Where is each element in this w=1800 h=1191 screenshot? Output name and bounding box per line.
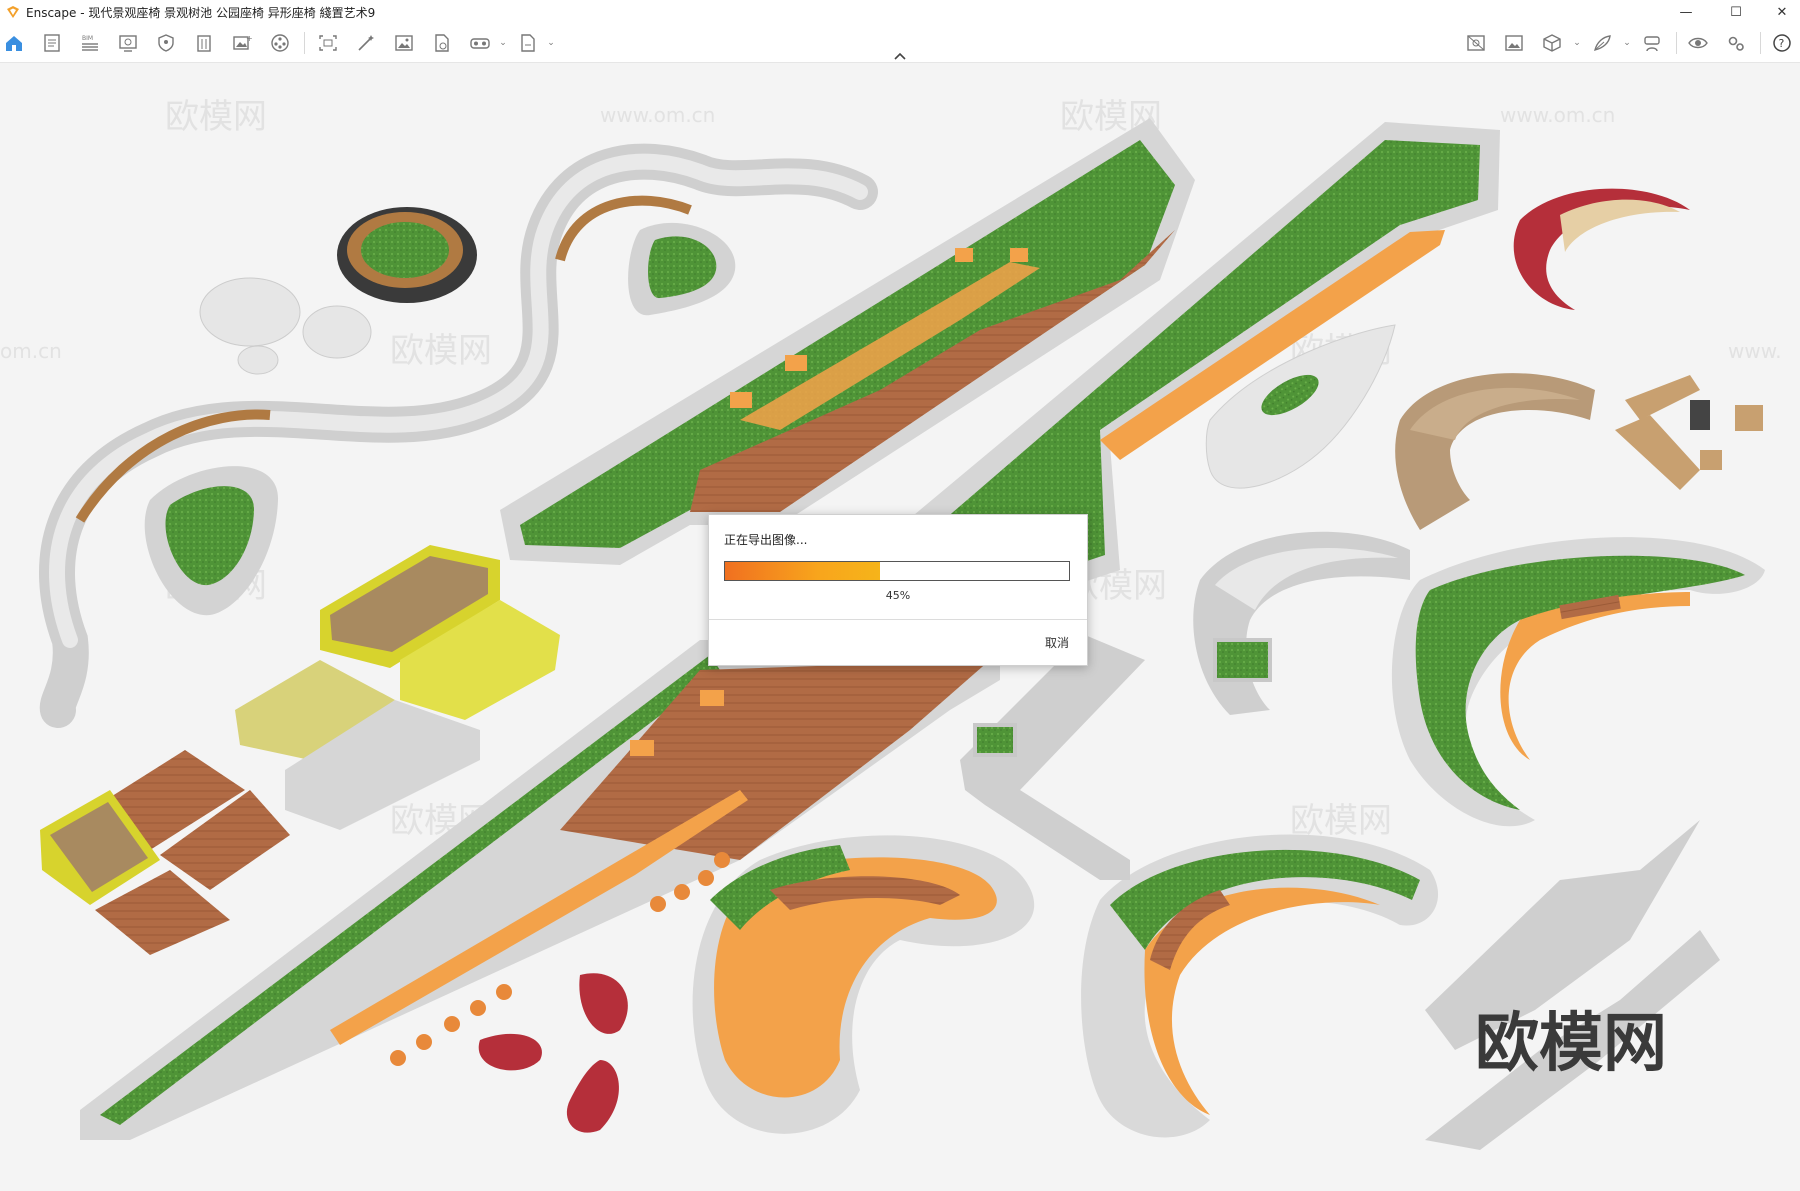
building-button[interactable] bbox=[192, 32, 216, 54]
toolbar-separator bbox=[1676, 32, 1677, 54]
bim-button[interactable]: BIM bbox=[78, 32, 102, 54]
gallery-icon bbox=[1505, 35, 1523, 51]
home-button[interactable] bbox=[2, 32, 26, 54]
settings-icon bbox=[1728, 36, 1744, 51]
asset-library-button[interactable] bbox=[1464, 32, 1488, 54]
feather-icon bbox=[1594, 35, 1611, 51]
maximize-button[interactable]: ☐ bbox=[1714, 0, 1758, 24]
close-icon: ✕ bbox=[1776, 4, 1788, 20]
export-file-icon bbox=[435, 34, 449, 52]
magic-wand-button[interactable] bbox=[354, 32, 378, 54]
minimize-button[interactable]: — bbox=[1664, 0, 1708, 24]
picture-button[interactable] bbox=[392, 32, 416, 54]
red-crescent-bench bbox=[1513, 188, 1690, 310]
cube-icon bbox=[1543, 34, 1561, 52]
maximize-icon: ☐ bbox=[1730, 4, 1742, 20]
settings-button[interactable] bbox=[1724, 32, 1748, 54]
shield-button[interactable] bbox=[154, 32, 178, 54]
c-shaped-planter-bench bbox=[692, 835, 1035, 1134]
export-progress-dialog: 正在导出图像... 45% 取消 bbox=[708, 514, 1088, 666]
vr-dropdown-caret[interactable]: ⌄ bbox=[498, 36, 508, 50]
capture-icon bbox=[319, 35, 337, 51]
document-icon bbox=[44, 34, 60, 52]
watermark-url: www.om.cn bbox=[1500, 103, 1615, 127]
help-icon: ? bbox=[1773, 34, 1791, 52]
film-reel-button[interactable] bbox=[268, 32, 292, 54]
help-button[interactable]: ? bbox=[1770, 32, 1794, 54]
watermark-url-fragment: www. bbox=[1728, 339, 1782, 363]
dialog-separator bbox=[709, 619, 1087, 620]
pebble-stool bbox=[302, 305, 372, 359]
red-pebble-seat bbox=[478, 1033, 542, 1071]
round-tree-pit bbox=[337, 207, 477, 303]
svg-text:?: ? bbox=[1779, 37, 1785, 50]
watermark-url: www.om.cn bbox=[600, 103, 715, 127]
concrete-arc-bench bbox=[1193, 531, 1410, 715]
gallery-button[interactable] bbox=[1502, 32, 1526, 54]
stepped-concrete-bench bbox=[1425, 820, 1720, 1150]
page-dropdown-caret[interactable]: ⌄ bbox=[546, 36, 556, 50]
vr-person-button[interactable] bbox=[1640, 32, 1664, 54]
page-icon bbox=[521, 34, 535, 52]
image-plus-icon: + bbox=[233, 34, 253, 50]
collapse-toolbar-icon[interactable] bbox=[891, 50, 909, 62]
feather-button[interactable] bbox=[1590, 32, 1614, 54]
eye-icon bbox=[1688, 37, 1708, 49]
window-title: Enscape - 现代景观座椅 景观树池 公园座椅 异形座椅 綫置艺术9 bbox=[26, 5, 376, 20]
triangle-planter bbox=[628, 222, 736, 316]
wooden-curved-bench bbox=[1395, 373, 1595, 530]
enscape-logo-icon bbox=[7, 6, 19, 18]
export-progress-bar bbox=[724, 561, 1070, 581]
cancel-button[interactable]: 取消 bbox=[1045, 634, 1069, 651]
title-bar: Enscape - 现代景观座椅 景观树池 公园座椅 异形座椅 綫置艺术9 — … bbox=[0, 0, 1800, 24]
pebble-stool bbox=[237, 345, 279, 375]
progress-fill bbox=[725, 562, 880, 580]
svg-text:+: + bbox=[246, 34, 253, 43]
bim-icon: BIM bbox=[82, 35, 98, 51]
minimize-icon: — bbox=[1679, 4, 1693, 20]
toolbar-separator bbox=[304, 32, 305, 54]
film-reel-icon bbox=[271, 34, 289, 52]
building-icon bbox=[197, 35, 211, 52]
svg-text:BIM: BIM bbox=[82, 35, 93, 42]
watermark-url-fragment: om.cn bbox=[0, 339, 62, 363]
export-file-button[interactable] bbox=[430, 32, 454, 54]
progress-percent: 45% bbox=[885, 589, 911, 602]
watermark-brand: 欧模网 bbox=[165, 97, 267, 137]
document-button[interactable] bbox=[40, 32, 64, 54]
shield-icon bbox=[158, 34, 174, 52]
boomerang-planter bbox=[1391, 537, 1765, 827]
feather-dropdown-caret[interactable]: ⌄ bbox=[1622, 36, 1632, 50]
image-plus-button[interactable]: + bbox=[230, 32, 254, 54]
screen-icon bbox=[119, 35, 137, 52]
magic-wand-icon bbox=[358, 35, 374, 51]
cube-dropdown-caret[interactable]: ⌄ bbox=[1572, 36, 1582, 50]
home-icon bbox=[6, 36, 22, 51]
page-button[interactable] bbox=[516, 32, 540, 54]
cube-button[interactable] bbox=[1540, 32, 1564, 54]
capture-button[interactable] bbox=[316, 32, 340, 54]
dialog-title: 正在导出图像... bbox=[724, 533, 808, 547]
toolbar-separator bbox=[1760, 32, 1761, 54]
picture-icon bbox=[395, 35, 413, 51]
pebble-stool bbox=[199, 277, 301, 347]
watermark-logo: 欧模网 bbox=[1475, 1007, 1667, 1081]
red-pebble-seat bbox=[566, 1060, 619, 1133]
arc-planter-bench bbox=[1081, 834, 1439, 1138]
vr-headset-button[interactable] bbox=[468, 32, 492, 54]
vr-headset-icon bbox=[470, 38, 490, 49]
screen-button[interactable] bbox=[116, 32, 140, 54]
vr-person-icon bbox=[1644, 36, 1660, 52]
asset-library-icon bbox=[1467, 35, 1485, 51]
visibility-button[interactable] bbox=[1686, 32, 1710, 54]
wood-block-stools bbox=[1615, 375, 1763, 490]
red-pebble-seat bbox=[579, 973, 628, 1034]
close-button[interactable]: ✕ bbox=[1760, 0, 1800, 24]
watermark-brand: 欧模网 bbox=[390, 331, 492, 371]
